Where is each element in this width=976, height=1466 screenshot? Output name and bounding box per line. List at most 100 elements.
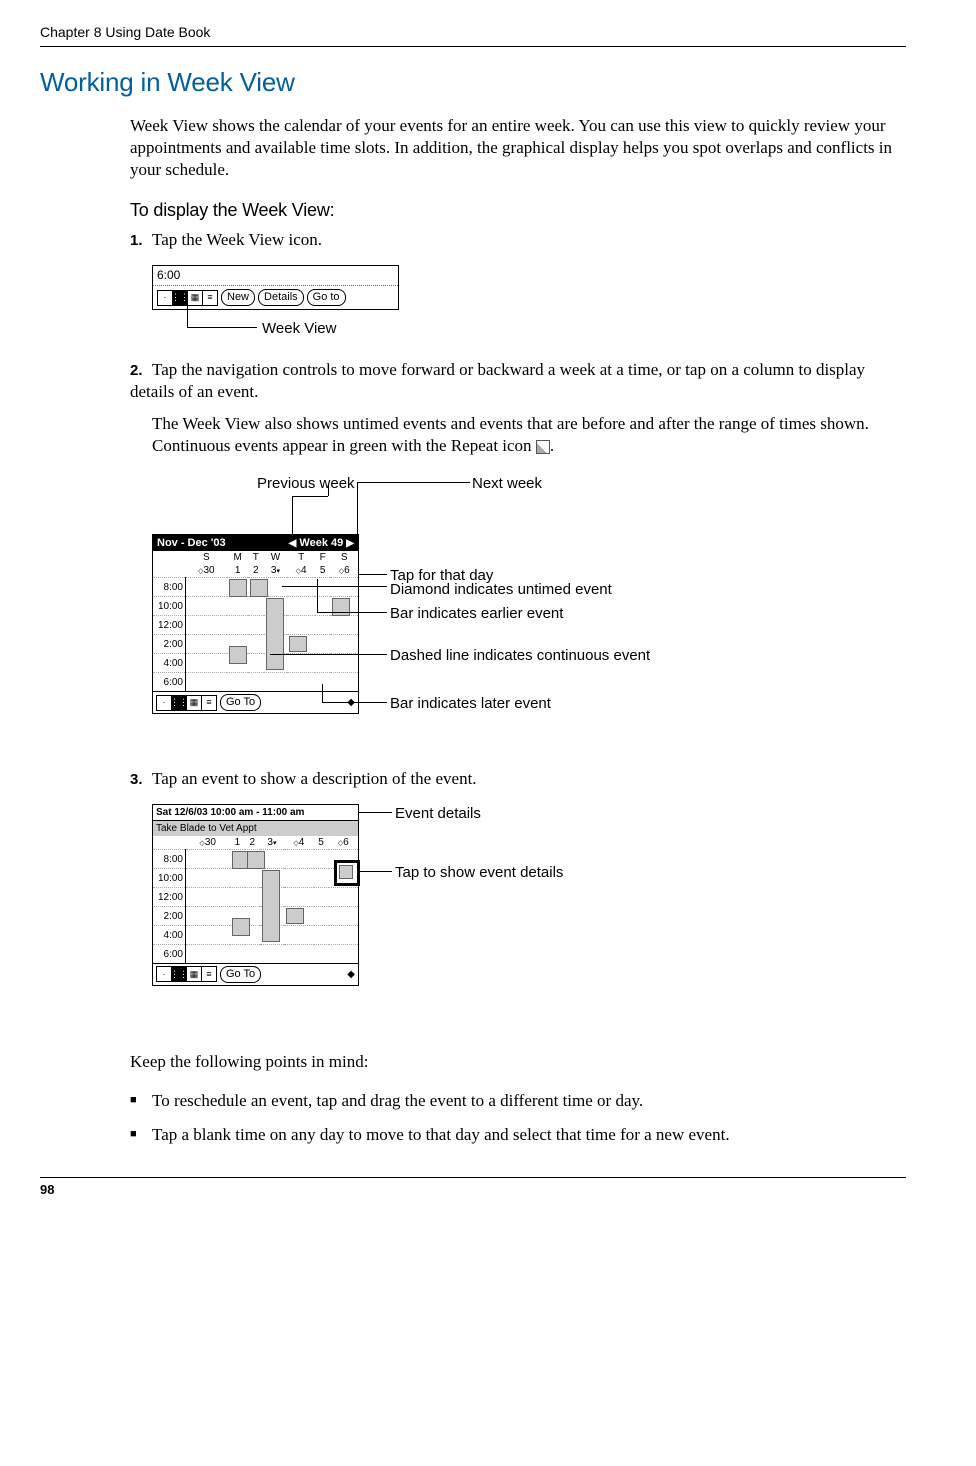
week-grid-detail: Sat 12/6/03 10:00 am - 11:00 am Take Bla… xyxy=(152,804,359,985)
goto-button[interactable]: Go to xyxy=(307,289,346,305)
agenda-view-icon[interactable]: ≡ xyxy=(202,967,216,981)
step-2b-text: The Week View also shows untimed events … xyxy=(152,414,869,455)
time-label: 4:00 xyxy=(153,654,186,673)
date-col[interactable]: 3▾ xyxy=(264,564,288,578)
callout-line xyxy=(292,496,293,536)
callout-line xyxy=(282,586,387,587)
details-button[interactable]: Details xyxy=(258,289,304,305)
time-label: 12:00 xyxy=(153,888,186,907)
step-2-continuation: The Week View also shows untimed events … xyxy=(152,413,906,457)
week-grid-title: Nov - Dec '03 Week 49 xyxy=(153,535,358,551)
date-col[interactable]: 5 xyxy=(314,836,329,850)
step-3: 3.Tap an event to show a description of … xyxy=(130,768,906,1034)
callout-line xyxy=(322,702,387,703)
callout-earlier: Bar indicates earlier event xyxy=(390,604,563,624)
head-rule xyxy=(40,46,906,47)
event-block[interactable] xyxy=(229,579,247,597)
step-2: 2.Tap the navigation controls to move fo… xyxy=(130,359,906,754)
callout-next-week: Next week xyxy=(472,474,542,494)
callout-line xyxy=(359,812,392,813)
date-col[interactable]: 2 xyxy=(245,836,260,850)
prev-week-icon[interactable] xyxy=(289,537,297,549)
day-col[interactable]: T xyxy=(287,551,315,564)
date-col[interactable]: 5 xyxy=(315,564,330,578)
callout-line xyxy=(270,654,387,655)
step-text: Tap the Week View icon. xyxy=(152,230,322,249)
day-header-row: S M T W T F S xyxy=(153,551,358,564)
callout-line xyxy=(187,305,188,327)
date-col[interactable]: 2 xyxy=(248,564,263,578)
step-number: 2. xyxy=(130,361,152,381)
period: . xyxy=(550,436,554,455)
new-button[interactable]: New xyxy=(221,289,255,305)
date-col[interactable]: ◇30 xyxy=(186,564,228,578)
week-view-icon[interactable]: ⋮⋮ xyxy=(173,291,188,305)
date-col[interactable]: ◇30 xyxy=(186,836,230,850)
repeat-icon xyxy=(536,440,550,454)
date-header-row: ◇30 1 2 3▾ ◇4 5 ◇6 xyxy=(153,564,358,578)
date-col[interactable]: ◇4 xyxy=(287,564,315,578)
goto-button[interactable]: Go To xyxy=(220,694,261,710)
page-number: 98 xyxy=(40,1182,54,1197)
date-col[interactable]: 1 xyxy=(227,564,248,578)
week-grid: Nov - Dec '03 Week 49 S M xyxy=(152,534,359,714)
figure-week-grid: Previous week Next week Nov - Dec '03 We… xyxy=(152,474,912,754)
event-block[interactable] xyxy=(286,908,304,924)
event-detail-header: Sat 12/6/03 10:00 am - 11:00 am xyxy=(153,805,358,821)
bullet-item: To reschedule an event, tap and drag the… xyxy=(130,1090,906,1112)
callout-line xyxy=(317,612,387,613)
time-label: 10:00 xyxy=(153,869,186,888)
scroll-icon[interactable] xyxy=(347,967,355,981)
outro-paragraph: Keep the following points in mind: xyxy=(130,1051,906,1073)
date-col[interactable]: ◇4 xyxy=(284,836,313,850)
month-view-icon[interactable]: ▦ xyxy=(188,291,203,305)
agenda-view-icon[interactable]: ≡ xyxy=(203,291,217,305)
view-icons[interactable]: · ⋮⋮ ▦ ≡ xyxy=(157,290,218,306)
event-block[interactable] xyxy=(289,636,307,652)
day-col[interactable]: T xyxy=(248,551,263,564)
time-label: 4:00 xyxy=(153,926,186,945)
date-header-row: ◇30 1 2 3▾ ◇4 5 ◇6 xyxy=(153,836,358,850)
time-label: 2:00 xyxy=(153,907,186,926)
callout-line xyxy=(322,684,323,702)
day-col[interactable]: S xyxy=(186,551,228,564)
procedure-heading: To display the Week View: xyxy=(130,199,906,222)
bullet-item: Tap a blank time on any day to move to t… xyxy=(130,1124,906,1146)
view-icons[interactable]: · ⋮⋮ ▦ ≡ xyxy=(156,966,217,982)
time-label: 6:00 xyxy=(153,945,186,964)
callout-event-details: Event details xyxy=(395,804,481,824)
callout-later: Bar indicates later event xyxy=(390,694,551,714)
week-label: Week 49 xyxy=(299,537,343,549)
next-week-icon[interactable] xyxy=(346,537,354,549)
event-block[interactable] xyxy=(229,646,247,664)
step-text: Tap the navigation controls to move forw… xyxy=(130,360,865,401)
event-block[interactable] xyxy=(332,598,350,616)
selected-event-highlight[interactable] xyxy=(334,860,360,886)
bullet-list: To reschedule an event, tap and drag the… xyxy=(130,1090,906,1146)
month-view-icon[interactable]: ▦ xyxy=(187,696,202,710)
date-col[interactable]: 3▾ xyxy=(260,836,284,850)
day-col[interactable]: M xyxy=(227,551,248,564)
callout-tap-event: Tap to show event details xyxy=(395,863,563,883)
callout-week-view: Week View xyxy=(262,319,336,339)
date-col[interactable]: ◇6 xyxy=(330,564,358,578)
day-col[interactable]: W xyxy=(264,551,288,564)
day-col[interactable]: S xyxy=(330,551,358,564)
week-view-icon[interactable]: ⋮⋮ xyxy=(172,967,187,981)
goto-button[interactable]: Go To xyxy=(220,966,261,982)
time-label: 8:00 xyxy=(153,850,186,869)
callout-line xyxy=(317,579,318,612)
day-col[interactable]: F xyxy=(315,551,330,564)
date-range: Nov - Dec '03 xyxy=(157,536,226,550)
week-nav[interactable]: Week 49 xyxy=(289,536,354,550)
view-icons[interactable]: · ⋮⋮ ▦ ≡ xyxy=(156,695,217,711)
event-detail-title: Take Blade to Vet Appt xyxy=(153,821,358,836)
date-col[interactable]: ◇6 xyxy=(329,836,359,850)
step-number: 1. xyxy=(130,231,152,251)
month-view-icon[interactable]: ▦ xyxy=(187,967,202,981)
time-label: 12:00 xyxy=(153,616,186,635)
week-view-icon[interactable]: ⋮⋮ xyxy=(172,696,187,710)
agenda-view-icon[interactable]: ≡ xyxy=(202,696,216,710)
callout-diamond: Diamond indicates untimed event xyxy=(390,580,612,600)
date-col[interactable]: 1 xyxy=(230,836,245,850)
